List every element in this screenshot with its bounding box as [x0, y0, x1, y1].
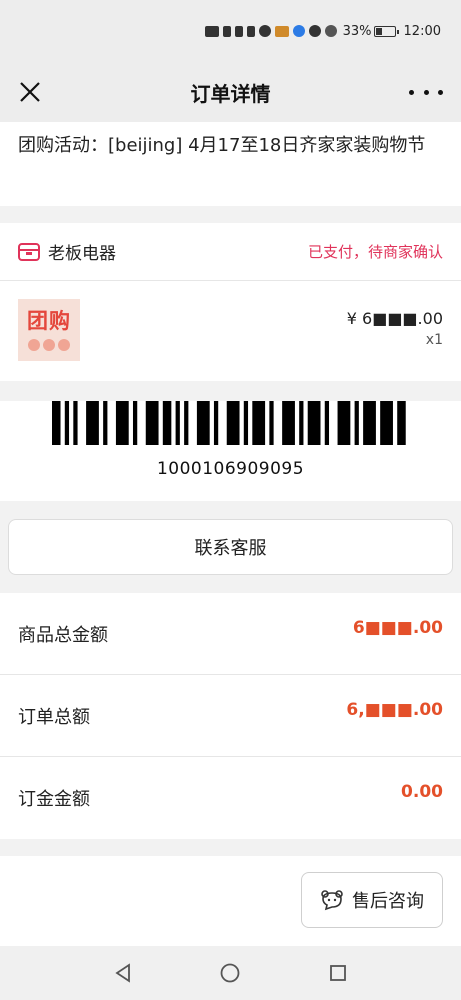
back-triangle-icon[interactable]: [113, 963, 133, 983]
barcode-bar: [281, 401, 295, 445]
barcode-bar: [298, 401, 303, 445]
barcode-bar: [243, 401, 248, 445]
shop-name: 老板电器: [48, 244, 116, 264]
order-content: 团购活动：[beijing] 4月17至18日齐家家装购物节 老板电器 已支付，…: [0, 122, 461, 839]
barcode-bar: [132, 401, 137, 445]
thumbnail-faces: [28, 339, 70, 351]
divider: [0, 381, 461, 401]
thumbnail-text: 团购: [27, 309, 71, 333]
barcode-bar: [175, 401, 180, 445]
barcode-number: 1000106909095: [156, 459, 305, 479]
wechat-icon: [258, 25, 271, 37]
barcode-image: [51, 401, 406, 445]
more-icon[interactable]: [409, 80, 443, 104]
after-sale-button[interactable]: 售后咨询: [301, 872, 443, 928]
barcode-bar: [354, 401, 359, 445]
activity-banner: 团购活动：[beijing] 4月17至18日齐家家装购物节: [0, 122, 461, 206]
status-bar: 33% 12:00: [0, 0, 461, 62]
divider: [0, 206, 461, 223]
barcode-bar: [337, 401, 350, 445]
product-quantity: x1: [425, 332, 443, 348]
home-circle-icon[interactable]: [219, 962, 241, 984]
hd-icon: [204, 25, 219, 37]
summary-value: 6■■■.00: [352, 617, 443, 638]
barcode-bar: [251, 401, 265, 445]
barcode-bar: [115, 401, 129, 445]
barcode-bar: [268, 401, 274, 445]
barcode-block: 1000106909095: [0, 401, 461, 501]
recent-square-icon[interactable]: [328, 963, 348, 983]
nav-bar: 订单详情: [0, 62, 461, 122]
barcode-bar: [307, 401, 320, 445]
summary-label: 订单总额: [18, 706, 90, 728]
nfc-icon: [308, 25, 321, 37]
footer-bar: 售后咨询: [0, 856, 461, 946]
close-icon[interactable]: [14, 76, 46, 108]
shop-row[interactable]: 老板电器 已支付，待商家确认: [0, 223, 461, 281]
product-thumbnail: 团购: [18, 299, 80, 361]
chat-bear-icon: [321, 890, 343, 911]
clock: 12:00: [403, 23, 441, 39]
barcode-bar: [64, 401, 69, 445]
battery-icon: [373, 25, 399, 37]
system-nav-bar: [0, 946, 461, 1000]
app-icon: [274, 25, 289, 37]
barcode-bar: [196, 401, 210, 445]
barcode-bar: [324, 401, 329, 445]
signal-4g-icon: [234, 25, 243, 37]
barcode-bar: [226, 401, 240, 445]
summary-row: 订金金额 0.00: [0, 757, 461, 839]
barcode-bar: [396, 401, 406, 445]
product-price: ¥ 6■■■.00: [346, 309, 443, 328]
activity-text: 团购活动：[beijing] 4月17至18日齐家家装购物节: [18, 135, 426, 156]
price-column: ¥ 6■■■.00 x1: [347, 309, 443, 348]
summary-value: 0.00: [401, 782, 443, 802]
summary-row: 订单总额 6,■■■.00: [0, 675, 461, 757]
barcode-bar: [145, 401, 159, 445]
status-icons: [204, 25, 337, 37]
barcode-bar: [183, 401, 188, 445]
barcode-bar: [72, 401, 78, 445]
summary-row: 商品总金额 6■■■.00: [0, 593, 461, 675]
barcode-bar: [379, 401, 393, 445]
barcode-bar: [362, 401, 376, 445]
barcode-bar: [213, 401, 218, 445]
summary-label: 商品总金额: [18, 624, 108, 646]
page-title: 订单详情: [190, 81, 271, 106]
order-status: 已支付，待商家确认: [307, 243, 443, 261]
contact-service-button[interactable]: 联系客服: [8, 519, 453, 575]
shop-icon: [18, 242, 40, 261]
product-row[interactable]: 团购 ¥ 6■■■.00 x1: [0, 281, 461, 381]
wifi-icon: [246, 25, 255, 37]
order-summary: 商品总金额 6■■■.00 订单总额 6,■■■.00 订金金额 0.00: [0, 593, 461, 839]
battery-percent: 33%: [342, 23, 372, 39]
after-sale-label: 售后咨询: [352, 891, 424, 912]
barcode-bar: [85, 401, 99, 445]
barcode-bar: [51, 401, 61, 445]
customer-service-wrap: 联系客服: [0, 501, 461, 593]
signal-4g-icon: [222, 25, 231, 37]
barcode-bar: [102, 401, 107, 445]
summary-value: 6,■■■.00: [346, 699, 443, 720]
barcode-bar: [162, 401, 171, 445]
eye-icon: [324, 25, 337, 37]
app-icon: [292, 25, 305, 37]
summary-label: 订金金额: [18, 789, 90, 810]
